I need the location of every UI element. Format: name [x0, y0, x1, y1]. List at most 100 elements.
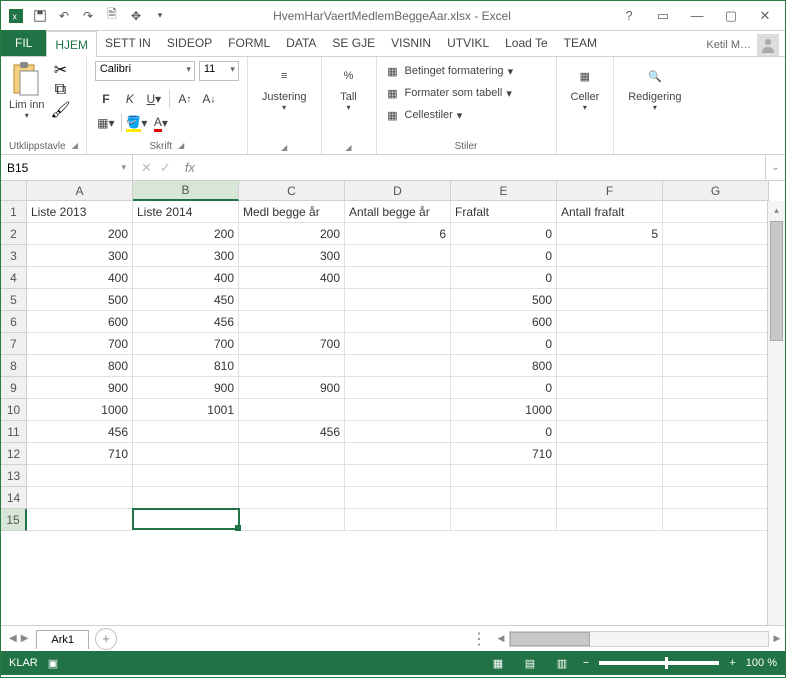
cell[interactable]: [239, 443, 345, 465]
column-header[interactable]: D: [345, 181, 451, 201]
cell[interactable]: 810: [133, 355, 239, 377]
cell[interactable]: 400: [27, 267, 133, 289]
column-header[interactable]: E: [451, 181, 557, 201]
tab-formulas[interactable]: FORML: [220, 30, 278, 56]
row-header[interactable]: 9: [1, 377, 27, 399]
cell[interactable]: [239, 509, 345, 531]
maximize-button[interactable]: ▢: [717, 6, 745, 26]
cell[interactable]: 6: [345, 223, 451, 245]
cell[interactable]: 0: [451, 333, 557, 355]
cell[interactable]: [663, 223, 769, 245]
cell[interactable]: [557, 289, 663, 311]
user-avatar-icon[interactable]: [757, 34, 779, 56]
normal-view-icon[interactable]: ▦: [487, 654, 509, 672]
tab-developer[interactable]: UTVIKL: [439, 30, 497, 56]
user-name[interactable]: Ketil M…: [706, 39, 751, 51]
cell[interactable]: [239, 311, 345, 333]
number-button[interactable]: % Tall ▾: [330, 61, 368, 114]
cell[interactable]: [557, 443, 663, 465]
cell[interactable]: [133, 443, 239, 465]
ribbon-toggle-button[interactable]: ▭: [649, 6, 677, 26]
cell[interactable]: 710: [451, 443, 557, 465]
cell[interactable]: [557, 311, 663, 333]
cell[interactable]: 1001: [133, 399, 239, 421]
fill-color-button[interactable]: 🪣▾: [126, 113, 148, 133]
row-header[interactable]: 10: [1, 399, 27, 421]
conditional-formatting-button[interactable]: ▦Betinget formatering▾: [385, 61, 514, 81]
row-header[interactable]: 7: [1, 333, 27, 355]
cell[interactable]: [663, 355, 769, 377]
font-size-select[interactable]: 11: [199, 61, 239, 81]
column-header[interactable]: G: [663, 181, 769, 201]
cell[interactable]: [345, 245, 451, 267]
format-painter-icon[interactable]: 🖌: [50, 101, 70, 119]
cell[interactable]: 600: [451, 311, 557, 333]
cell[interactable]: [663, 267, 769, 289]
cell[interactable]: [27, 465, 133, 487]
tab-pagelayout[interactable]: SIDEOP: [159, 30, 220, 56]
custom-icon[interactable]: ✥: [127, 7, 145, 25]
cell[interactable]: [239, 487, 345, 509]
cell[interactable]: 500: [451, 289, 557, 311]
cell[interactable]: [345, 465, 451, 487]
cell[interactable]: 1000: [27, 399, 133, 421]
grow-font-button[interactable]: A↑: [174, 89, 196, 109]
format-as-table-button[interactable]: ▦Formater som tabell▾: [385, 83, 512, 103]
cell[interactable]: [557, 267, 663, 289]
cell[interactable]: 900: [239, 377, 345, 399]
cell[interactable]: 900: [27, 377, 133, 399]
cell[interactable]: [345, 443, 451, 465]
cell[interactable]: [557, 355, 663, 377]
cell[interactable]: [345, 487, 451, 509]
undo-icon[interactable]: ↶: [55, 7, 73, 25]
row-header[interactable]: 15: [1, 509, 27, 531]
column-header[interactable]: A: [27, 181, 133, 201]
zoom-level[interactable]: 100 %: [746, 657, 777, 669]
row-header[interactable]: 2: [1, 223, 27, 245]
cell[interactable]: [345, 267, 451, 289]
cell[interactable]: [557, 245, 663, 267]
cell[interactable]: [663, 399, 769, 421]
cell[interactable]: 300: [239, 245, 345, 267]
cell[interactable]: 300: [133, 245, 239, 267]
help-button[interactable]: ?: [615, 6, 643, 26]
cell[interactable]: [663, 333, 769, 355]
cell[interactable]: [557, 509, 663, 531]
redo-icon[interactable]: ↷: [79, 7, 97, 25]
cut-icon[interactable]: ✂: [50, 61, 70, 79]
zoom-slider[interactable]: [599, 661, 719, 665]
cell[interactable]: [451, 465, 557, 487]
font-name-select[interactable]: Calibri: [95, 61, 195, 81]
tab-view[interactable]: VISNIN: [383, 30, 439, 56]
row-header[interactable]: 11: [1, 421, 27, 443]
column-header[interactable]: B: [133, 181, 239, 201]
spreadsheet-grid[interactable]: ABCDEFG1Liste 2013Liste 2014Medl begge å…: [1, 181, 785, 625]
cell[interactable]: 900: [133, 377, 239, 399]
cell[interactable]: [345, 509, 451, 531]
cell[interactable]: [663, 289, 769, 311]
cell[interactable]: [345, 377, 451, 399]
row-header[interactable]: 13: [1, 465, 27, 487]
cell[interactable]: 600: [27, 311, 133, 333]
row-header[interactable]: 8: [1, 355, 27, 377]
formula-input[interactable]: [201, 155, 765, 180]
cell[interactable]: [451, 509, 557, 531]
cell[interactable]: [663, 311, 769, 333]
sheet-nav-next-icon[interactable]: ▶: [21, 633, 29, 644]
tab-review[interactable]: SE GJE: [324, 30, 383, 56]
cell[interactable]: Antall frafalt: [557, 201, 663, 223]
sheet-tab[interactable]: Ark1: [36, 630, 89, 649]
cell[interactable]: [239, 355, 345, 377]
cell[interactable]: 500: [27, 289, 133, 311]
cell[interactable]: [133, 465, 239, 487]
cell[interactable]: 5: [557, 223, 663, 245]
macro-record-icon[interactable]: ▣: [48, 657, 58, 670]
underline-button[interactable]: U▾: [143, 89, 165, 109]
save-icon[interactable]: [31, 7, 49, 25]
cell[interactable]: [133, 487, 239, 509]
cell[interactable]: 710: [27, 443, 133, 465]
cell[interactable]: 400: [133, 267, 239, 289]
shrink-font-button[interactable]: A↓: [198, 89, 220, 109]
cell[interactable]: Liste 2013: [27, 201, 133, 223]
row-header[interactable]: 1: [1, 201, 27, 223]
